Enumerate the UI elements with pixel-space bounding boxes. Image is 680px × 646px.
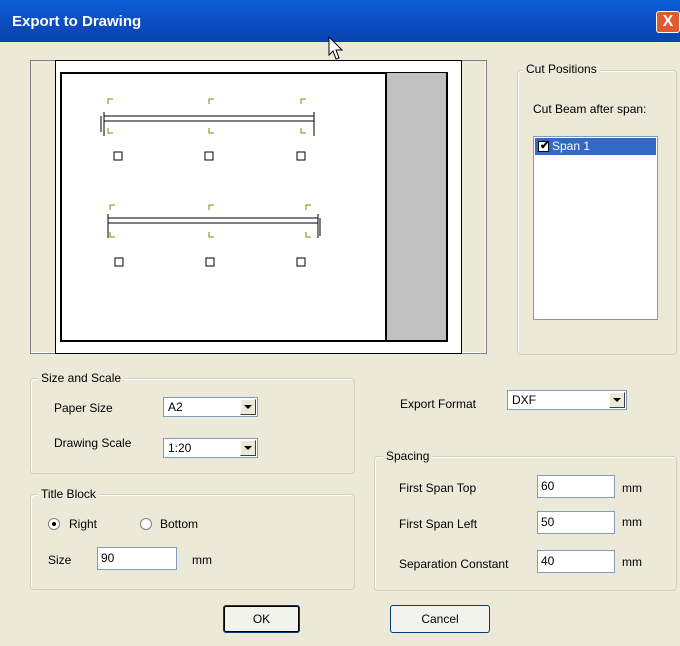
cut-beam-label: Cut Beam after span: (533, 102, 647, 116)
first-span-top-value: 60 (541, 479, 555, 493)
list-item[interactable]: ✔ Span 1 (535, 138, 656, 155)
cut-positions-legend: Cut Positions (523, 62, 600, 76)
title-block-legend: Title Block (38, 487, 99, 501)
title-block-size-value: 90 (101, 551, 115, 565)
bottom-radio-label[interactable]: Bottom (160, 517, 198, 531)
span-checkbox[interactable]: ✔ (538, 140, 550, 152)
check-icon: ✔ (540, 140, 550, 152)
bottom-radio[interactable] (140, 518, 152, 530)
beam-1 (100, 98, 315, 161)
first-span-top-unit: mm (622, 481, 642, 495)
first-span-left-value: 50 (541, 515, 555, 529)
export-format-select[interactable]: DXF (507, 390, 627, 410)
separation-constant-unit: mm (622, 555, 642, 569)
size-unit-label: mm (192, 553, 212, 567)
first-span-left-label: First Span Left (399, 517, 478, 531)
first-span-left-input[interactable]: 50 (537, 511, 615, 534)
first-span-top-input[interactable]: 60 (537, 475, 615, 498)
support-box (296, 151, 306, 161)
drawing-scale-select[interactable]: 1:20 (163, 438, 258, 458)
size-scale-legend: Size and Scale (38, 371, 125, 385)
cut-positions-list[interactable]: ✔ Span 1 (533, 136, 658, 320)
ok-button[interactable]: OK (223, 605, 300, 633)
paper-size-value: A2 (168, 400, 183, 414)
chevron-down-icon[interactable] (609, 392, 625, 408)
right-radio-label[interactable]: Right (69, 517, 97, 531)
paper-size-select[interactable]: A2 (163, 397, 258, 417)
support-box (296, 257, 306, 267)
size-scale-group (30, 378, 355, 474)
right-radio[interactable] (48, 518, 60, 530)
drawing-scale-label: Drawing Scale (54, 436, 132, 450)
separation-constant-input[interactable]: 40 (537, 550, 615, 573)
support-box (204, 151, 214, 161)
separation-constant-label: Separation Constant (399, 557, 509, 571)
first-span-top-label: First Span Top (399, 481, 477, 495)
export-format-label: Export Format (400, 397, 477, 411)
drawing-scale-value: 1:20 (168, 441, 192, 455)
title-block-group (30, 494, 355, 590)
support-box (205, 257, 215, 267)
support-box (114, 257, 124, 267)
separation-constant-value: 40 (541, 554, 555, 568)
chevron-down-icon[interactable] (240, 399, 256, 415)
beam-2 (107, 204, 321, 267)
support-box (113, 151, 123, 161)
spacing-legend: Spacing (383, 449, 433, 463)
cancel-button[interactable]: Cancel (390, 605, 490, 633)
title-block-size-input[interactable]: 90 (97, 547, 177, 570)
size-label: Size (48, 553, 72, 567)
chevron-down-icon[interactable] (240, 440, 256, 456)
span-label: Span 1 (552, 139, 591, 153)
first-span-left-unit: mm (622, 515, 642, 529)
paper-size-label: Paper Size (54, 401, 113, 415)
export-format-value: DXF (512, 393, 536, 407)
mouse-cursor-icon (328, 36, 344, 60)
